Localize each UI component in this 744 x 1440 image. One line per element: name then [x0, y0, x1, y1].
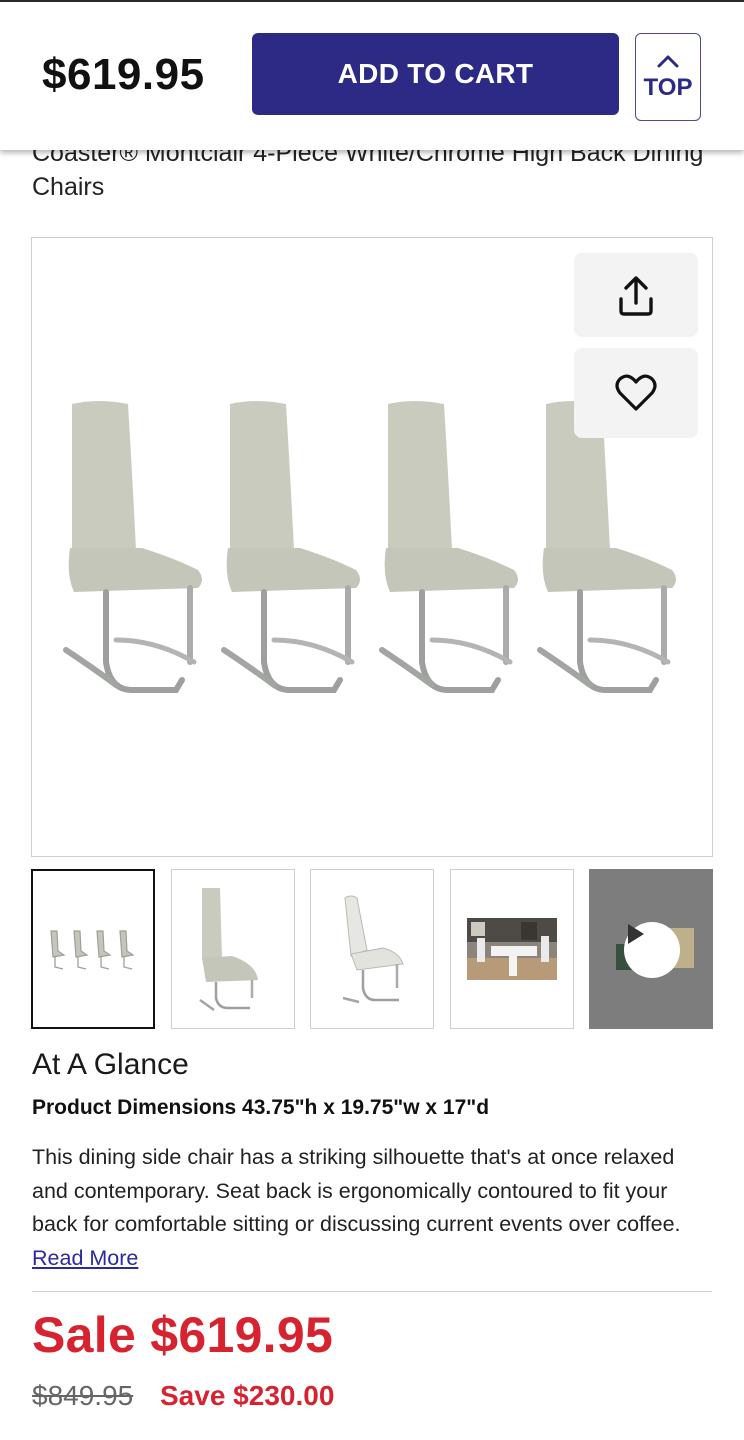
share-button[interactable]: [574, 253, 698, 337]
sticky-purchase-bar: $619.95 ADD TO CART TOP: [0, 2, 744, 150]
description-text: This dining side chair has a striking si…: [32, 1145, 681, 1236]
divider: [32, 1291, 712, 1292]
main-product-image[interactable]: [31, 237, 713, 857]
savings-amount: Save $230.00: [160, 1380, 335, 1411]
at-a-glance-heading: At A Glance: [32, 1048, 189, 1081]
play-icon: [628, 924, 644, 944]
product-description: This dining side chair has a striking si…: [32, 1141, 712, 1275]
add-to-cart-button[interactable]: ADD TO CART: [252, 33, 619, 115]
thumbnail-image: [199, 888, 258, 1012]
thumbnail-image: [342, 895, 404, 1004]
thumbnail-image: [50, 930, 135, 970]
read-more-link[interactable]: Read More: [32, 1246, 138, 1270]
chevron-up-icon: [657, 55, 679, 68]
play-button[interactable]: [624, 922, 680, 978]
heart-icon: [615, 374, 657, 411]
product-dimensions: Product Dimensions 43.75"h x 19.75"w x 1…: [32, 1096, 490, 1119]
product-photo-four-chairs: [62, 398, 687, 693]
share-icon: [619, 276, 653, 316]
thumbnail-video[interactable]: [589, 869, 713, 1029]
back-to-top-label: TOP: [643, 74, 693, 101]
thumbnail-dining-room-scene[interactable]: [450, 869, 574, 1029]
thumbnail-single-chair-white[interactable]: [310, 869, 434, 1029]
thumbnail-single-chair-gray[interactable]: [171, 869, 295, 1029]
favorite-button[interactable]: [574, 348, 698, 438]
back-to-top-button[interactable]: TOP: [635, 33, 701, 121]
original-price: $849.95: [32, 1380, 134, 1411]
thumbnail-four-chairs[interactable]: [31, 869, 155, 1029]
thumbnail-image: [467, 918, 557, 980]
sticky-price: $619.95: [42, 50, 205, 99]
sale-price: Sale $619.95: [32, 1307, 334, 1363]
